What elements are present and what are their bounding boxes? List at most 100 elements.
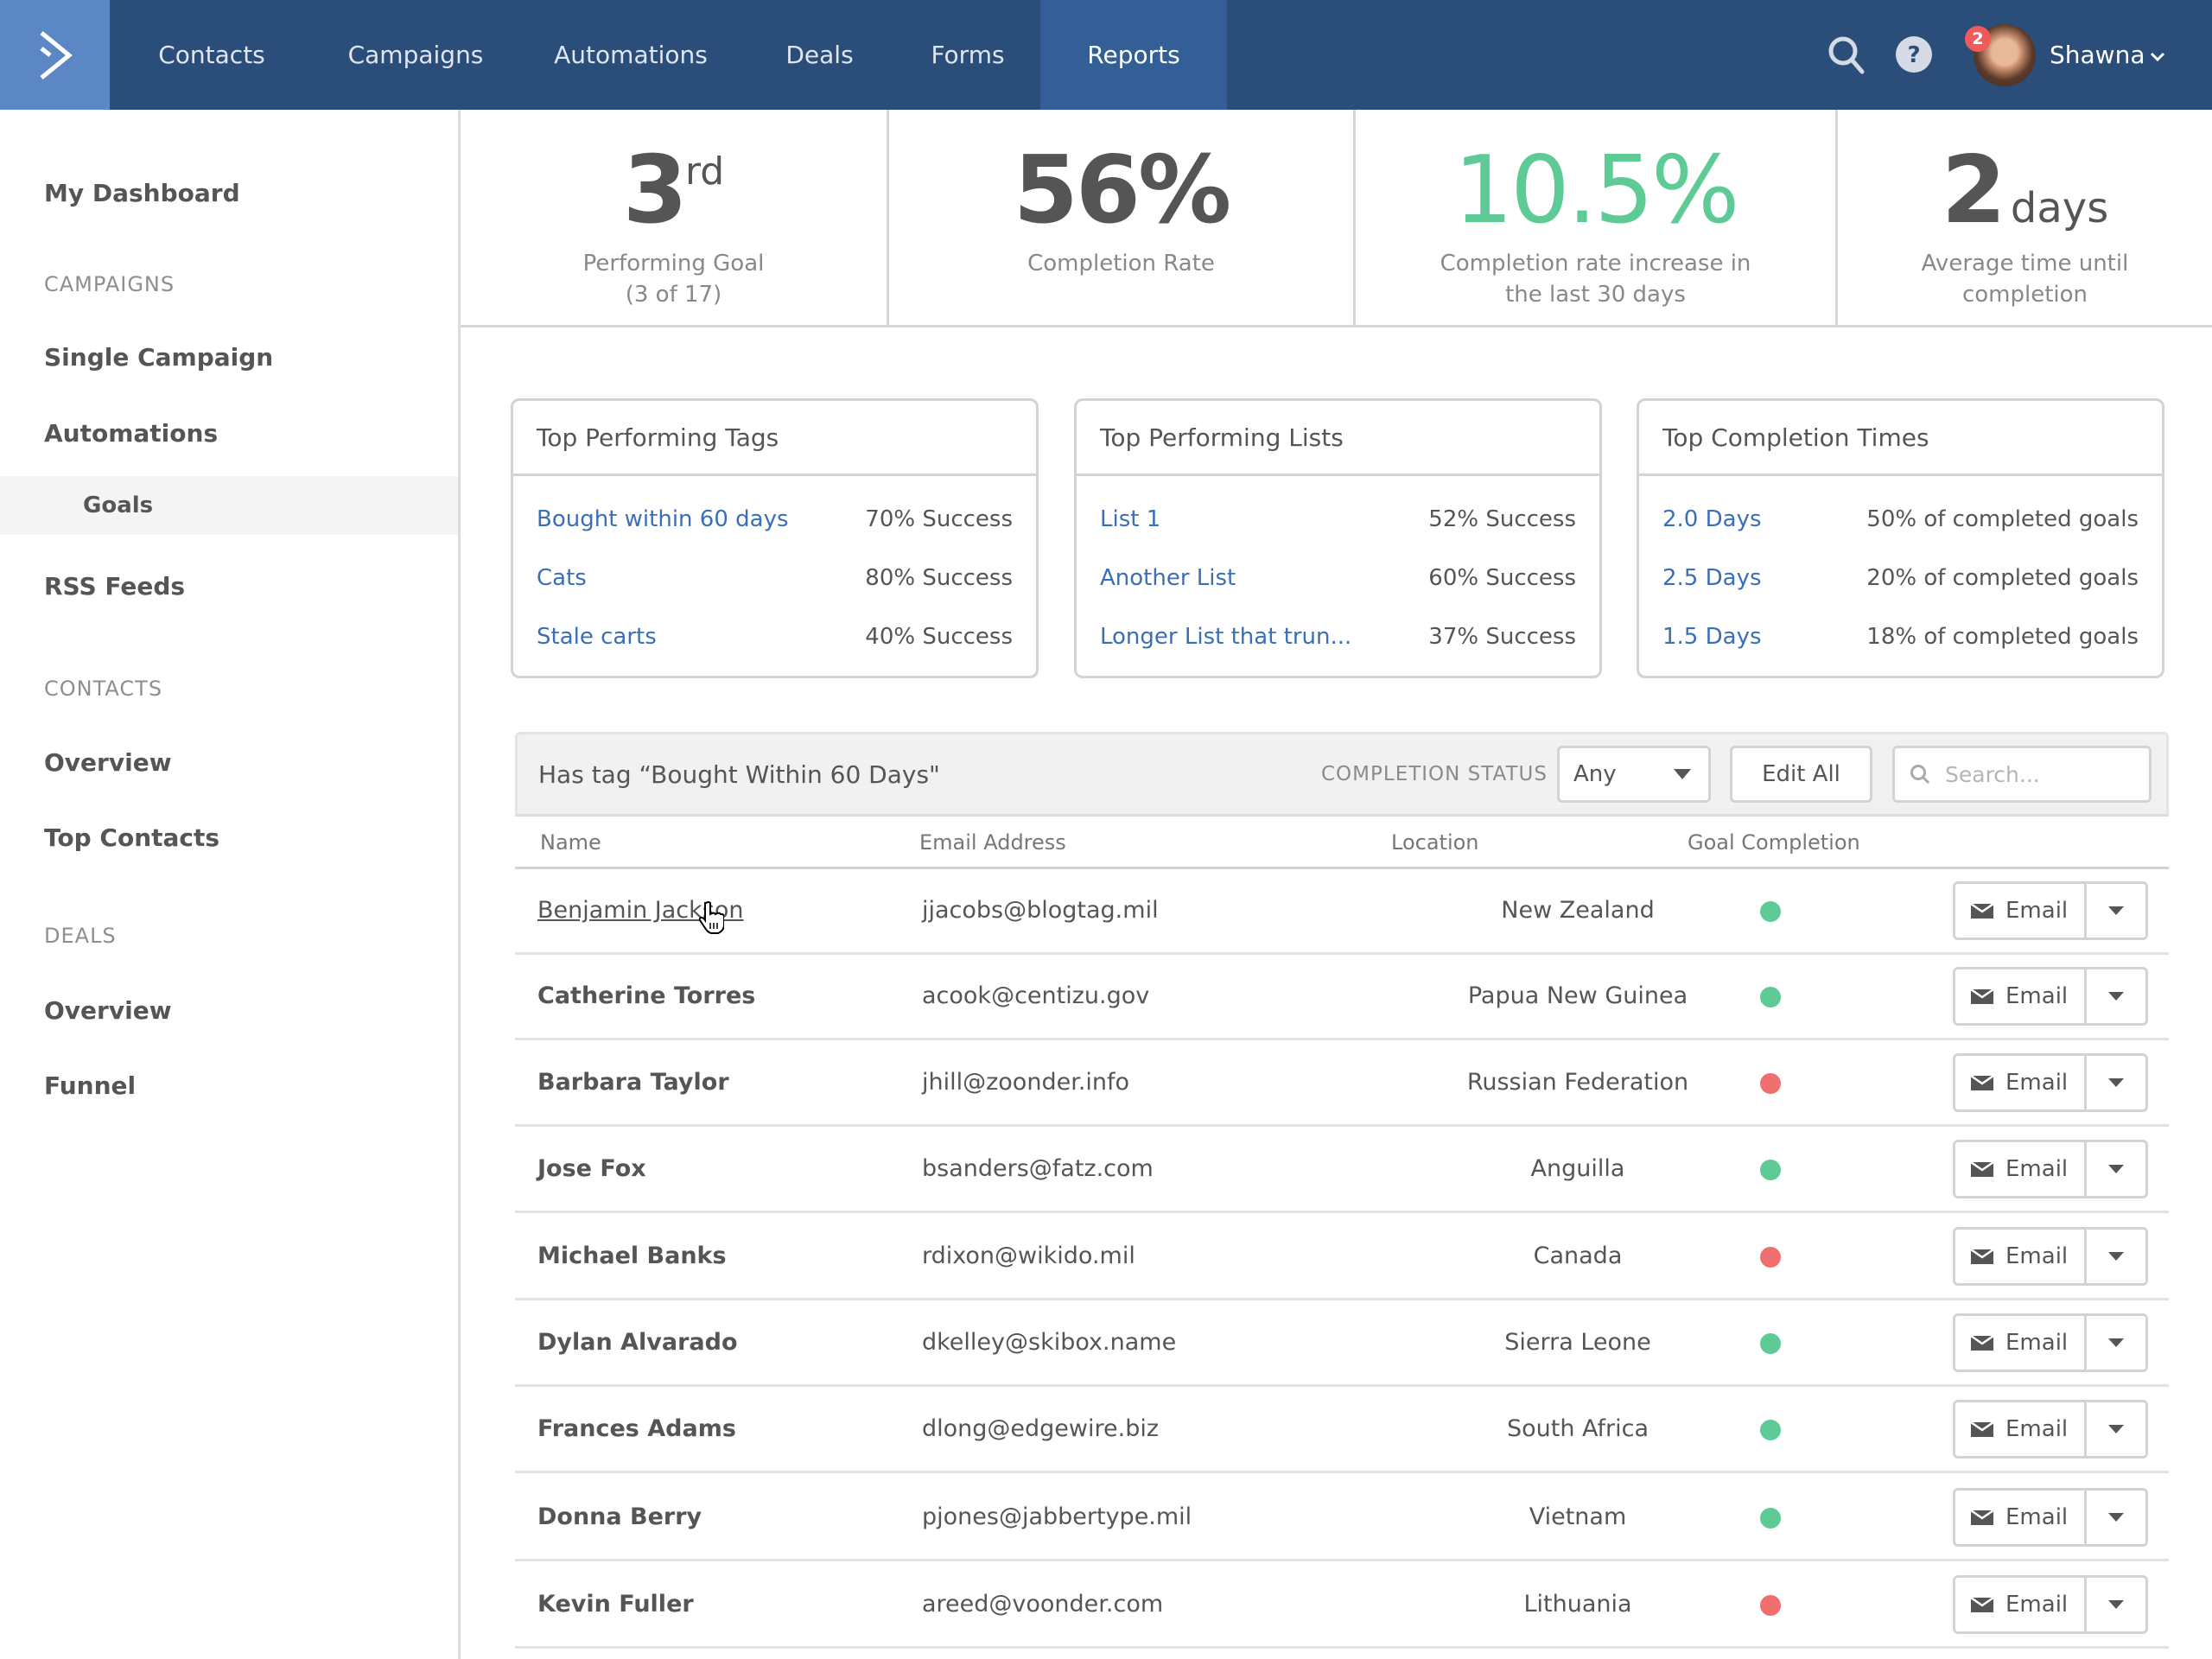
column-header-email[interactable]: Email Address [919,817,1066,868]
email-button-label: Email [2005,1243,2069,1269]
sidebar-item-single-campaign[interactable]: Single Campaign [0,327,458,386]
email-dropdown-toggle[interactable] [2087,1056,2145,1109]
sidebar-item-top-contacts[interactable]: Top Contacts [0,808,458,867]
email-button[interactable]: Email [1955,1056,2087,1109]
contact-name[interactable]: Barbara Taylor [537,1040,729,1124]
contact-name[interactable]: Jose Fox [537,1127,646,1211]
contact-name[interactable]: Frances Adams [537,1387,736,1471]
sidebar-item-rss-feeds[interactable]: RSS Feeds [0,556,458,615]
email-dropdown-toggle[interactable] [2087,1402,2145,1456]
nav-deals[interactable]: Deals [744,0,895,110]
card-row: 2.0 Days 50% of completed goals [1662,502,2139,537]
email-dropdown-toggle[interactable] [2087,969,2145,1023]
help-icon[interactable]: ? [1892,33,1936,76]
chevron-down-icon[interactable] [2148,47,2167,66]
kpi-label: Completion Rate [889,248,1353,279]
time-link[interactable]: 2.0 Days [1662,506,1762,532]
contact-location: Russian Federation [1466,1069,1689,1096]
nav-forms[interactable]: Forms [895,0,1040,110]
goal-status-dot [1760,901,1781,922]
card-title: Top Performing Lists [1077,401,1599,476]
contact-email: dlong@edgewire.biz [922,1415,1160,1442]
email-dropdown-toggle[interactable] [2087,1316,2145,1370]
kpi-label: Average time until completion [1838,248,2212,310]
nav-reports[interactable]: Reports [1040,0,1227,110]
sidebar-item-deals-overview[interactable]: Overview [0,981,458,1039]
contact-location: Vietnam [1529,1503,1627,1530]
completion-status-select[interactable]: Any [1557,746,1711,803]
email-button[interactable]: Email [1955,1578,2087,1631]
tag-link[interactable]: Cats [537,565,587,591]
notification-badge[interactable]: 2 [1965,26,1991,52]
email-button[interactable]: Email [1955,969,2087,1023]
tag-link[interactable]: Bought within 60 days [537,506,789,532]
column-header-goal-completion[interactable]: Goal Completion [1688,817,1860,868]
nav-label: Campaigns [347,41,484,69]
contact-name[interactable]: Michael Banks [537,1214,727,1298]
tag-link[interactable]: Stale carts [537,624,657,650]
sidebar-item-label: My Dashboard [44,178,240,207]
table-row: Kevin Fuller areed@voonder.com Lithuania… [515,1562,2169,1649]
email-button[interactable]: Email [1955,1142,2087,1196]
card-value: 60% Success [1428,565,1576,591]
contact-name[interactable]: Kevin Fuller [537,1562,694,1646]
kpi-label-line: the last 30 days [1505,282,1686,308]
email-split-button: Email [1953,1488,2148,1547]
nav-campaigns[interactable]: Campaigns [314,0,518,110]
envelope-icon [1971,1509,1993,1525]
column-header-name[interactable]: Name [540,817,601,868]
email-split-button: Email [1953,1140,2148,1198]
kpi-label-line: Completion rate increase in [1440,251,1751,276]
nav-automations[interactable]: Automations [518,0,744,110]
list-link[interactable]: Longer List that trun... [1100,624,1351,650]
contact-name[interactable]: Catherine Torres [537,954,755,1038]
contact-email: rdixon@wikido.mil [922,1243,1135,1269]
search-icon[interactable] [1825,33,1868,76]
list-link[interactable]: Another List [1100,565,1236,591]
time-link[interactable]: 2.5 Days [1662,565,1762,591]
sidebar-item-contacts-overview[interactable]: Overview [0,733,458,791]
nav-contacts[interactable]: Contacts [110,0,314,110]
email-dropdown-toggle[interactable] [2087,1491,2145,1544]
email-button[interactable]: Email [1955,1316,2087,1370]
search-input[interactable] [1945,761,2135,787]
email-split-button: Email [1953,1053,2148,1112]
top-nav: Contacts Campaigns Automations Deals For… [0,0,2212,110]
table-row: Dylan Alvarado dkelley@skibox.name Sierr… [515,1300,2169,1387]
email-dropdown-toggle[interactable] [2087,1578,2145,1631]
email-dropdown-toggle[interactable] [2087,1142,2145,1196]
column-header-location[interactable]: Location [1391,817,1479,868]
email-button[interactable]: Email [1955,1491,2087,1544]
email-button[interactable]: Email [1955,884,2087,938]
select-value: Any [1573,761,1617,787]
search-field[interactable] [1892,746,2152,803]
list-link[interactable]: List 1 [1100,506,1160,532]
table-row: Donna Berry pjones@jabbertype.mil Vietna… [515,1475,2169,1561]
sidebar-item-my-dashboard[interactable]: My Dashboard [0,163,458,222]
time-link[interactable]: 1.5 Days [1662,624,1762,650]
contact-location: Anguilla [1530,1155,1625,1182]
email-button[interactable]: Email [1955,1402,2087,1456]
contact-email: bsanders@fatz.com [922,1155,1154,1182]
card-value: 52% Success [1428,506,1576,532]
email-dropdown-toggle[interactable] [2087,1230,2145,1283]
envelope-icon [1971,1248,1993,1264]
sidebar-item-funnel[interactable]: Funnel [0,1056,458,1115]
caret-down-icon [2108,1425,2124,1433]
card-top-completion-times: Top Completion Times 2.0 Days 50% of comp… [1637,398,2164,678]
contact-name[interactable]: Donna Berry [537,1475,702,1559]
sidebar-item-automations[interactable]: Automations [0,404,458,462]
nav-label: Forms [931,41,1005,69]
edit-all-button[interactable]: Edit All [1730,746,1872,803]
goal-status-dot [1760,1160,1781,1180]
nav-label: Reports [1087,41,1180,69]
goal-status-dot [1760,1595,1781,1616]
sidebar-item-goals[interactable]: Goals [0,476,458,535]
contact-name[interactable]: Dylan Alvarado [537,1300,738,1384]
email-button[interactable]: Email [1955,1230,2087,1283]
user-name[interactable]: Shawna [2050,0,2145,110]
sidebar-heading-contacts: CONTACTS [44,677,163,701]
kpi-value: 2 days [1838,144,2212,238]
email-dropdown-toggle[interactable] [2087,884,2145,938]
logo[interactable] [0,0,110,110]
